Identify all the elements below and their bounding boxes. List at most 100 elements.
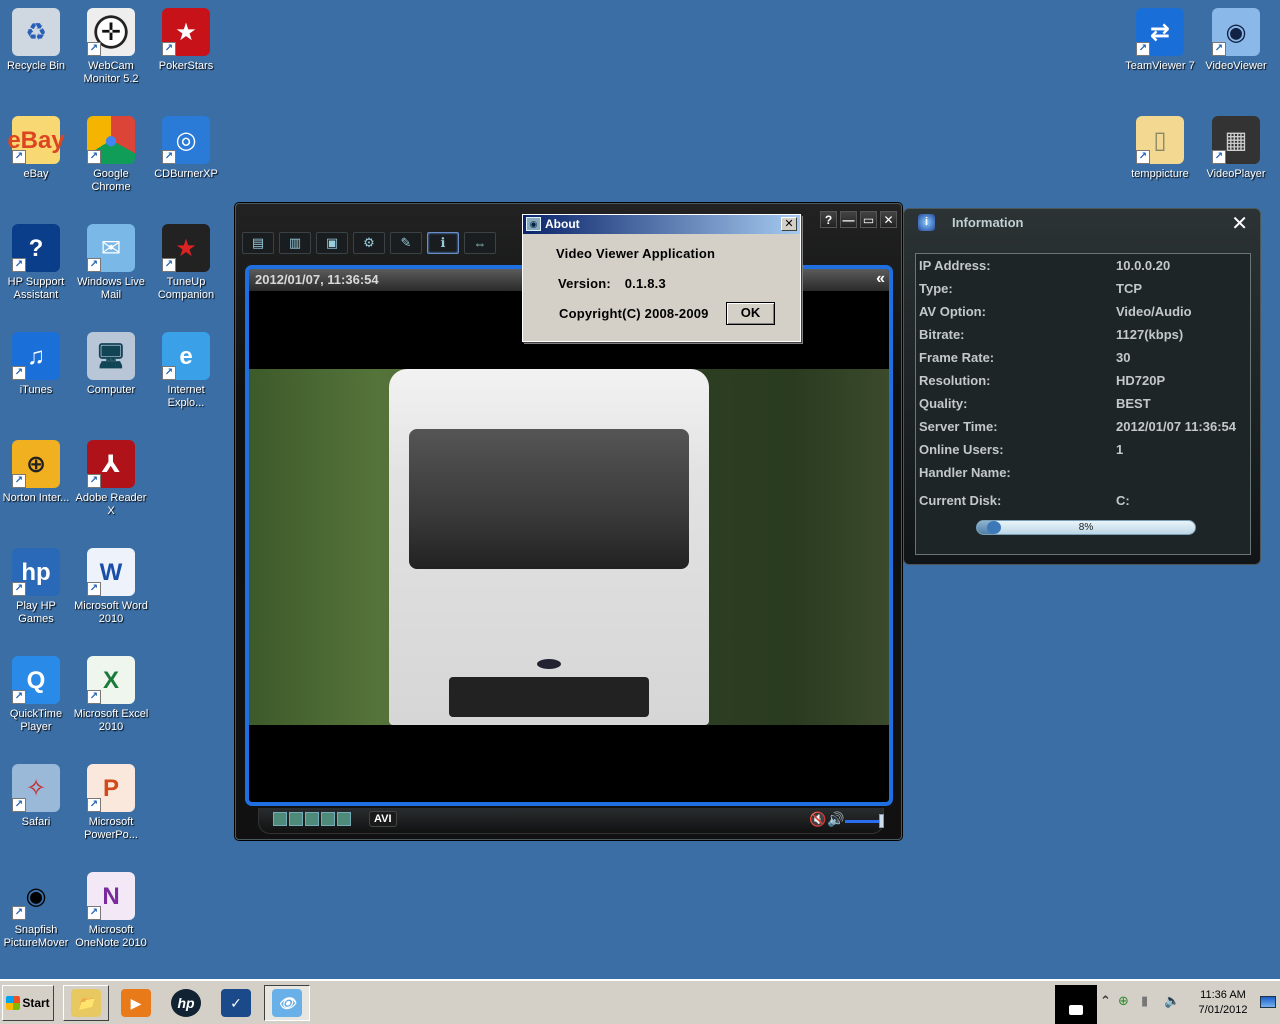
desktop-icon-quicktime[interactable]: Q ↗ QuickTime Player <box>0 656 74 734</box>
desktop-icon-tuneup[interactable]: ★ ↗ TuneUp Companion <box>148 224 224 302</box>
video-channel-frame[interactable]: 2012/01/07, 11:36:54 « <box>245 265 893 806</box>
about-dialog: ◉ About ✕ Video Viewer Application Versi… <box>522 214 801 342</box>
layout-multi-close-button[interactable] <box>273 812 287 826</box>
desktop-icon-snapfish[interactable]: ◉ ↗ Snapfish PictureMover <box>0 872 74 950</box>
desktop-icon-cdburner[interactable]: ◎ ↗ CDBurnerXP <box>148 116 224 181</box>
info-row: Current Disk: C: <box>919 493 1249 513</box>
info-key: Current Disk: <box>919 493 1002 508</box>
layout-split-button[interactable] <box>321 812 335 826</box>
start-button[interactable]: Start <box>2 985 54 1021</box>
desktop-icon-label: PokerStars <box>158 60 214 72</box>
desktop-icon-label: Recycle Bin <box>6 60 66 72</box>
desktop-icon-webcam-monitor[interactable]: ✛ ↗ WebCam Monitor 5.2 <box>73 8 149 86</box>
cdburner-icon: ◎ ↗ <box>162 116 210 164</box>
settings-icon: ⚙ <box>363 235 375 250</box>
desktop-icon-videoviewer[interactable]: ◉ ↗ VideoViewer <box>1198 8 1274 73</box>
info-row: Handler Name: <box>919 465 1249 485</box>
toolbar-ptz-control-button[interactable]: ✎ <box>390 232 422 254</box>
toolbar-snapshot-folder-button[interactable]: ▣ <box>316 232 348 254</box>
volume-slider[interactable] <box>845 814 884 828</box>
windows-explorer-icon: 📁 <box>71 989 101 1017</box>
ok-button[interactable]: OK <box>726 302 775 325</box>
desktop-icon-pokerstars[interactable]: ★ ↗ PokerStars <box>148 8 224 73</box>
desktop-icon-label: Adobe Reader X <box>75 492 147 517</box>
desktop-icon-computer[interactable]: 🖥 Computer <box>73 332 149 397</box>
taskbar-hp-button[interactable]: hp <box>163 985 209 1021</box>
clock-time: 11:36 AM <box>1200 989 1246 1001</box>
video-feed <box>249 369 889 725</box>
layout-close-button[interactable] <box>289 812 303 826</box>
volume-icon: 🔊 <box>827 811 845 827</box>
info-key: Handler Name: <box>919 465 1011 480</box>
info-key: Resolution: <box>919 373 991 388</box>
desktop-icon-mail[interactable]: ✉ ↗ Windows Live Mail <box>73 224 149 302</box>
close-button[interactable]: ✕ <box>880 211 897 228</box>
fullscreen-icon: ⇔ <box>473 235 487 251</box>
taskbar-checkmark-app-button[interactable]: ✓ <box>213 985 259 1021</box>
user-icon <box>1069 1005 1083 1015</box>
collapse-icon[interactable]: « <box>876 270 885 288</box>
desktop-icon-label: Computer <box>86 384 136 396</box>
info-row: Online Users: 1 <box>919 442 1249 462</box>
taskbar-video-viewer-button[interactable]: 👁 <box>264 985 310 1021</box>
clock[interactable]: 11:36 AM 7/01/2012 <box>1190 988 1256 1018</box>
maximize-button[interactable]: ▭ <box>860 211 877 228</box>
teamviewer-icon: ⇄ ↗ <box>1136 8 1184 56</box>
desktop-icon-ebay[interactable]: eBay ↗ eBay <box>0 116 74 181</box>
mute-icon[interactable]: 🔇 <box>809 811 826 828</box>
speaker-icon[interactable]: 🔈 <box>1164 993 1180 1009</box>
record-list-icon: ▥ <box>288 235 302 250</box>
desktop-icon-internet-explorer[interactable]: e ↗ Internet Explo... <box>148 332 224 410</box>
minimize-button[interactable]: — <box>840 211 857 228</box>
desktop-icon-recycle-bin[interactable]: ♻ Recycle Bin <box>0 8 74 73</box>
toolbar-address-book-button[interactable]: ▤ <box>242 232 274 254</box>
info-icon: i <box>918 214 935 231</box>
ptz-control-icon: ✎ <box>400 235 412 250</box>
desktop-icon-hp-games[interactable]: hp ↗ Play HP Games <box>0 548 74 626</box>
taskbar-media-player-button[interactable]: ▶ <box>113 985 159 1021</box>
show-desktop-button[interactable] <box>1260 996 1276 1008</box>
pokerstars-icon: ★ ↗ <box>162 8 210 56</box>
desktop-icon-folder[interactable]: ▯ ↗ temppicture <box>1122 116 1198 181</box>
show-hidden-icons-button[interactable]: ⌃ <box>1100 993 1111 1009</box>
desktop-icon-hp-support[interactable]: ? ↗ HP Support Assistant <box>0 224 74 302</box>
toolbar-information-button[interactable]: ℹ <box>427 232 459 254</box>
desktop-icon-onenote[interactable]: N ↗ Microsoft OneNote 2010 <box>73 872 149 950</box>
signal-icon[interactable]: ▮ <box>1141 993 1148 1009</box>
volume-slider-thumb[interactable] <box>879 814 884 828</box>
recycle-bin-icon: ♻ <box>12 8 60 56</box>
layout-restore-button[interactable] <box>305 812 319 826</box>
about-title: About <box>545 217 580 231</box>
help-button[interactable]: ? <box>820 211 837 228</box>
desktop-icon-videoplayer[interactable]: ▦ ↗ VideoPlayer <box>1198 116 1274 181</box>
taskbar-windows-explorer-button[interactable]: 📁 <box>63 985 109 1021</box>
van-windshield <box>409 429 689 569</box>
word-icon: W ↗ <box>87 548 135 596</box>
desktop-icon-itunes[interactable]: ♫ ↗ iTunes <box>0 332 74 397</box>
tray-notification-area-dark[interactable] <box>1055 985 1097 1024</box>
chrome-icon: ● ↗ <box>87 116 135 164</box>
toolbar-settings-button[interactable]: ⚙ <box>353 232 385 254</box>
network-globe-icon[interactable]: ⊕ <box>1118 993 1129 1009</box>
toolbar-fullscreen-button[interactable]: ⇔ <box>464 232 496 254</box>
layout-single-button[interactable] <box>337 812 351 826</box>
about-close-button[interactable]: ✕ <box>781 217 797 231</box>
desktop-icon-word[interactable]: W ↗ Microsoft Word 2010 <box>73 548 149 626</box>
itunes-icon: ♫ ↗ <box>12 332 60 380</box>
desktop-icon-excel[interactable]: X ↗ Microsoft Excel 2010 <box>73 656 149 734</box>
desktop-icon-powerpoint[interactable]: P ↗ Microsoft PowerPo... <box>73 764 149 842</box>
desktop-icon-norton[interactable]: ⊕ ↗ Norton Inter... <box>0 440 74 505</box>
shortcut-arrow-icon: ↗ <box>12 906 26 920</box>
info-value: HD720P <box>1116 373 1166 388</box>
info-key: Bitrate: <box>919 327 965 342</box>
toolbar-record-list-button[interactable]: ▥ <box>279 232 311 254</box>
desktop-icon-adobe-reader[interactable]: ⅄ ↗ Adobe Reader X <box>73 440 149 518</box>
info-close-button[interactable]: ✕ <box>1231 211 1248 236</box>
desktop-icon-teamviewer[interactable]: ⇄ ↗ TeamViewer 7 <box>1122 8 1198 73</box>
desktop-icon-label: Windows Live Mail <box>77 276 145 301</box>
desktop-icon-safari[interactable]: ✧ ↗ Safari <box>0 764 74 829</box>
desktop-icon-chrome[interactable]: ● ↗ Google Chrome <box>73 116 149 194</box>
desktop-icon-label: Microsoft Excel 2010 <box>73 708 149 733</box>
avi-record-button[interactable]: AVI <box>369 811 397 827</box>
desktop-icon-label: CDBurnerXP <box>154 168 218 180</box>
